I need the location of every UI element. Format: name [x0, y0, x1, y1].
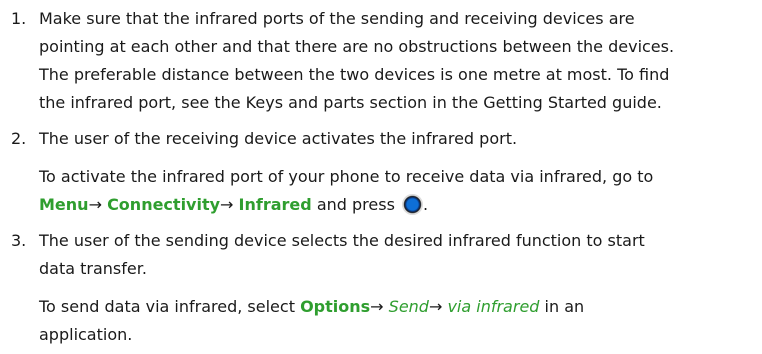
arrow-icon: →: [370, 297, 384, 316]
options-term: Options: [300, 297, 371, 316]
step-number: 1.: [11, 9, 27, 28]
step-3-note-line-1: To send data via infrared, select Option…: [39, 293, 762, 321]
step-1-line-3: The preferable distance between the two …: [39, 65, 670, 84]
step-1-line-4: the infrared port, see the Keys and part…: [39, 93, 662, 112]
list-item-step-3: 3. The user of the sending device select…: [0, 227, 762, 349]
list-item-step-1: 1. Make sure that the infrared ports of …: [0, 5, 762, 117]
note-prefix: To send data via infrared, select: [39, 297, 295, 316]
menu-term: Menu: [39, 195, 89, 214]
instruction-list: 1. Make sure that the infrared ports of …: [0, 0, 762, 349]
step-3-line-2: data transfer.: [39, 259, 147, 278]
step-number: 2.: [11, 129, 27, 148]
connectivity-term: Connectivity: [107, 195, 221, 214]
navigation-key-icon: [402, 194, 424, 215]
step-2-note-line-2: Menu→ Connectivity→ Infrared and press .: [39, 191, 762, 219]
via-infrared-term: via infrared: [447, 297, 540, 316]
press-text: and press: [316, 195, 395, 214]
arrow-icon: →: [88, 195, 102, 214]
step-2-line-1: The user of the receiving device activat…: [39, 129, 518, 148]
step-3-note: To send data via infrared, select Option…: [39, 293, 762, 349]
step-3-note-line-2: application.: [39, 325, 133, 344]
step-3-line-1: The user of the sending device selects t…: [39, 231, 645, 250]
step-1-line-1: Make sure that the infrared ports of the…: [39, 9, 635, 28]
send-term: Send: [388, 297, 429, 316]
step-2-note-line-1: To activate the infrared port of your ph…: [39, 167, 654, 186]
list-item-step-2: 2. The user of the receiving device acti…: [0, 125, 762, 219]
step-2-note: To activate the infrared port of your ph…: [39, 163, 762, 219]
step-1-line-2: pointing at each other and that there ar…: [39, 37, 675, 56]
infrared-term: Infrared: [238, 195, 312, 214]
arrow-icon: →: [220, 195, 234, 214]
note-suffix: in an: [544, 297, 585, 316]
period: .: [423, 195, 429, 214]
step-number: 3.: [11, 231, 27, 250]
arrow-icon: →: [428, 297, 443, 316]
